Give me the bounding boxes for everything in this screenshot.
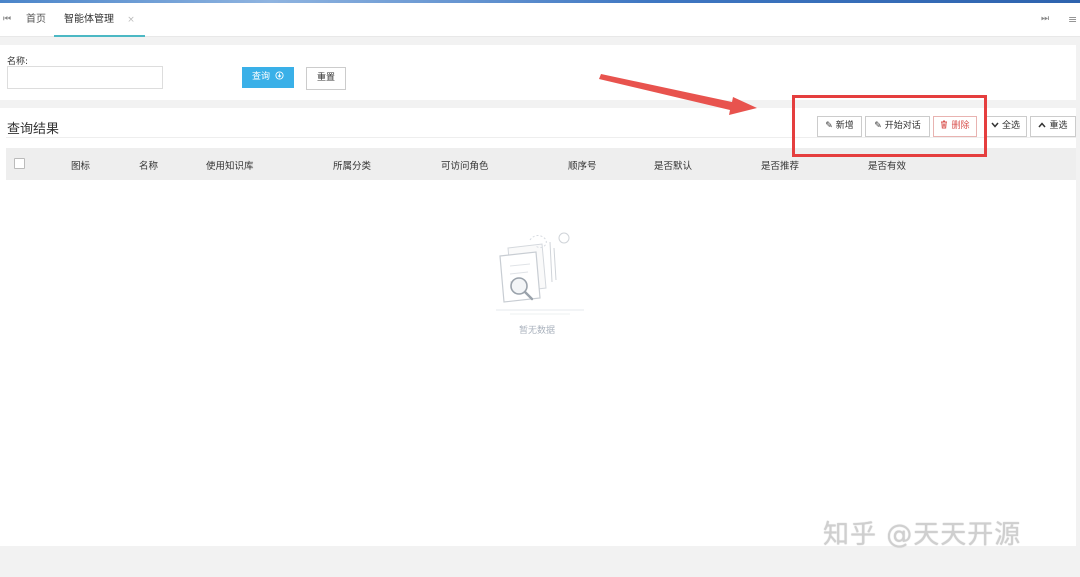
tab-bar: ⏮ 首页 智能体管理 × ⏭ ≡ bbox=[0, 3, 1080, 37]
tab-home[interactable]: 首页 bbox=[16, 3, 56, 37]
column-header-is-recommended[interactable]: 是否推荐 bbox=[761, 158, 799, 172]
select-all-button-label: 全选 bbox=[1001, 121, 1020, 131]
column-header-knowledge-base[interactable]: 使用知识库 bbox=[206, 158, 254, 172]
name-input[interactable] bbox=[7, 66, 163, 89]
results-panel: 查询结果 ✎ 新增 ✎ 开始对话 删除 全选 重选 图标 名称 使用知识库 所属… bbox=[0, 108, 1076, 546]
reselect-button-label: 重选 bbox=[1049, 121, 1068, 131]
reselect-button[interactable]: 重选 bbox=[1030, 116, 1076, 137]
column-header-roles[interactable]: 可访问角色 bbox=[441, 158, 489, 172]
tab-home-label: 首页 bbox=[26, 14, 46, 25]
column-header-icon[interactable]: 图标 bbox=[71, 158, 90, 172]
reset-button[interactable]: 重置 bbox=[306, 67, 346, 90]
results-title: 查询结果 bbox=[7, 122, 60, 137]
tab-scroll-right-icon[interactable]: ⏭ bbox=[1041, 14, 1049, 24]
chevron-up-icon bbox=[1038, 122, 1047, 128]
column-header-order[interactable]: 顺序号 bbox=[568, 158, 597, 172]
tab-scroll-left-icon[interactable]: ⏮ bbox=[3, 14, 11, 24]
select-all-button[interactable]: 全选 bbox=[984, 116, 1027, 137]
tab-close-icon[interactable]: × bbox=[127, 15, 135, 25]
empty-data-text: 暂无数据 bbox=[518, 326, 555, 336]
tab-menu-icon[interactable]: ≡ bbox=[1068, 13, 1077, 26]
query-button[interactable]: 查询 bbox=[242, 67, 294, 88]
reset-button-label: 重置 bbox=[316, 73, 335, 83]
column-header-category[interactable]: 所属分类 bbox=[333, 158, 371, 172]
annotation-highlight-box bbox=[792, 95, 987, 157]
search-panel: 名称: 查询 重置 bbox=[0, 45, 1076, 100]
search-icon bbox=[275, 71, 284, 80]
query-button-label: 查询 bbox=[252, 72, 271, 82]
watermark-text: 知乎 @天天开源 bbox=[823, 520, 1022, 550]
column-header-is-valid[interactable]: 是否有效 bbox=[868, 158, 906, 172]
column-header-is-default[interactable]: 是否默认 bbox=[654, 158, 692, 172]
select-all-checkbox[interactable] bbox=[14, 158, 25, 169]
column-header-name[interactable]: 名称 bbox=[139, 158, 158, 172]
tab-agent-management-label: 智能体管理 bbox=[64, 14, 114, 25]
chevron-down-icon bbox=[991, 122, 999, 128]
tab-agent-management[interactable]: 智能体管理 × bbox=[54, 3, 145, 37]
